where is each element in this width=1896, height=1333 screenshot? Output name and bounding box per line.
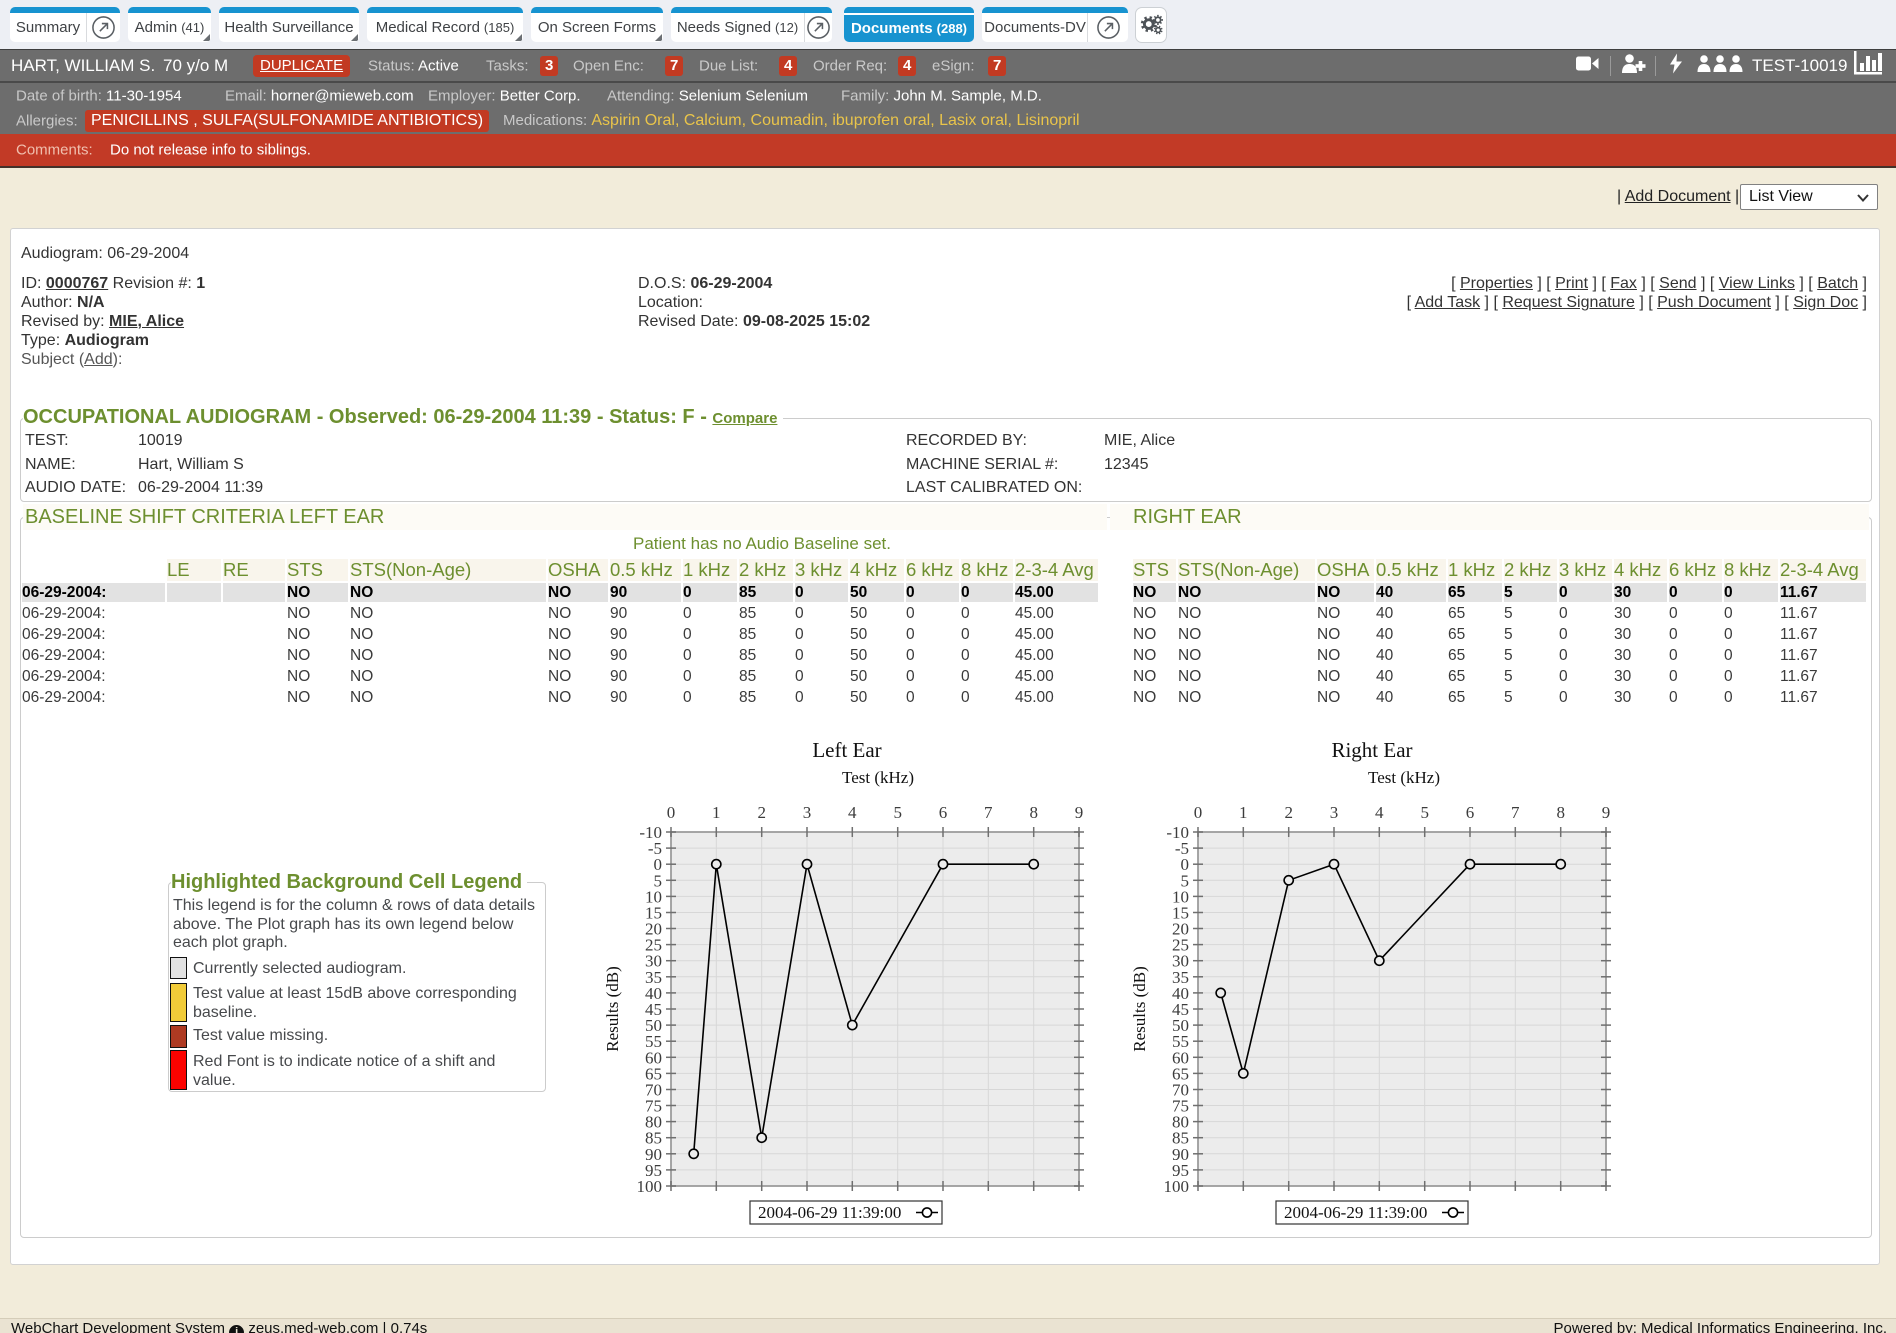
svg-text:Results (dB): Results (dB) xyxy=(603,966,622,1051)
svg-text:3: 3 xyxy=(1330,803,1339,822)
svg-text:1: 1 xyxy=(712,803,721,822)
svg-text:8: 8 xyxy=(1029,803,1038,822)
svg-text:2: 2 xyxy=(757,803,766,822)
svg-text:100: 100 xyxy=(637,1177,663,1196)
svg-text:Results (dB): Results (dB) xyxy=(1130,966,1149,1051)
svg-text:4: 4 xyxy=(1375,803,1384,822)
svg-text:4: 4 xyxy=(848,803,857,822)
svg-text:100: 100 xyxy=(1164,1177,1190,1196)
svg-text:6: 6 xyxy=(1466,803,1475,822)
svg-text:9: 9 xyxy=(1075,803,1084,822)
svg-text:5: 5 xyxy=(893,803,902,822)
svg-text:8: 8 xyxy=(1556,803,1565,822)
svg-text:Right Ear: Right Ear xyxy=(1331,738,1412,762)
svg-text:Left Ear: Left Ear xyxy=(812,738,881,762)
svg-text:2004-06-29 11:39:00: 2004-06-29 11:39:00 xyxy=(758,1203,901,1222)
svg-text:Test (kHz): Test (kHz) xyxy=(1368,768,1440,787)
svg-text:2004-06-29 11:39:00: 2004-06-29 11:39:00 xyxy=(1284,1203,1427,1222)
svg-text:0: 0 xyxy=(667,803,676,822)
svg-text:Test (kHz): Test (kHz) xyxy=(842,768,914,787)
svg-text:0: 0 xyxy=(1194,803,1203,822)
svg-text:1: 1 xyxy=(1239,803,1248,822)
svg-text:9: 9 xyxy=(1602,803,1611,822)
svg-text:7: 7 xyxy=(984,803,993,822)
svg-text:2: 2 xyxy=(1284,803,1293,822)
svg-text:3: 3 xyxy=(803,803,812,822)
svg-text:7: 7 xyxy=(1511,803,1520,822)
svg-text:5: 5 xyxy=(1420,803,1429,822)
svg-text:6: 6 xyxy=(939,803,948,822)
